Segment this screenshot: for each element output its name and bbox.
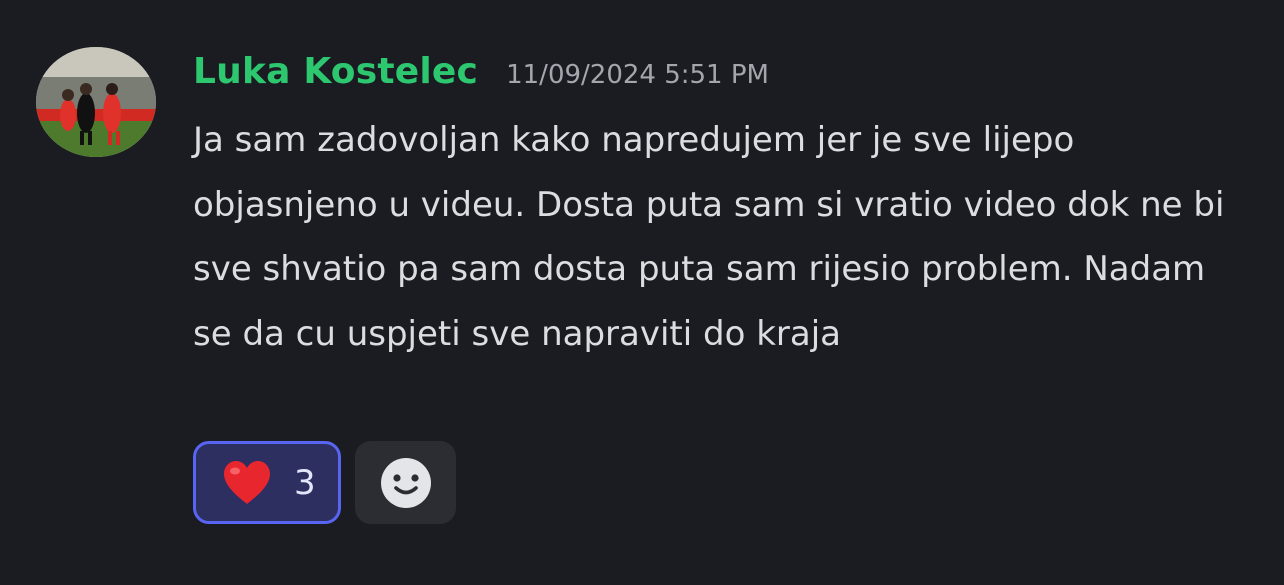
message-text: Ja sam zadovoljan kako napredujem jer je… <box>193 120 1225 354</box>
avatar-photo <box>36 47 156 157</box>
avatar[interactable] <box>36 47 156 157</box>
chat-message: Luka Kostelec 11/09/2024 5:51 PM Ja sam … <box>0 0 1284 585</box>
heart-icon <box>224 460 270 504</box>
smiley-icon <box>380 457 431 508</box>
reaction-heart-button[interactable]: 3 <box>193 441 341 524</box>
timestamp: 11/09/2024 5:51 PM <box>506 60 769 90</box>
message-header: Luka Kostelec 11/09/2024 5:51 PM <box>193 50 769 100</box>
reaction-count: 3 <box>294 462 316 503</box>
reactions-bar: 3 <box>193 441 456 524</box>
username[interactable]: Luka Kostelec <box>193 50 478 94</box>
add-reaction-button[interactable] <box>355 441 456 524</box>
